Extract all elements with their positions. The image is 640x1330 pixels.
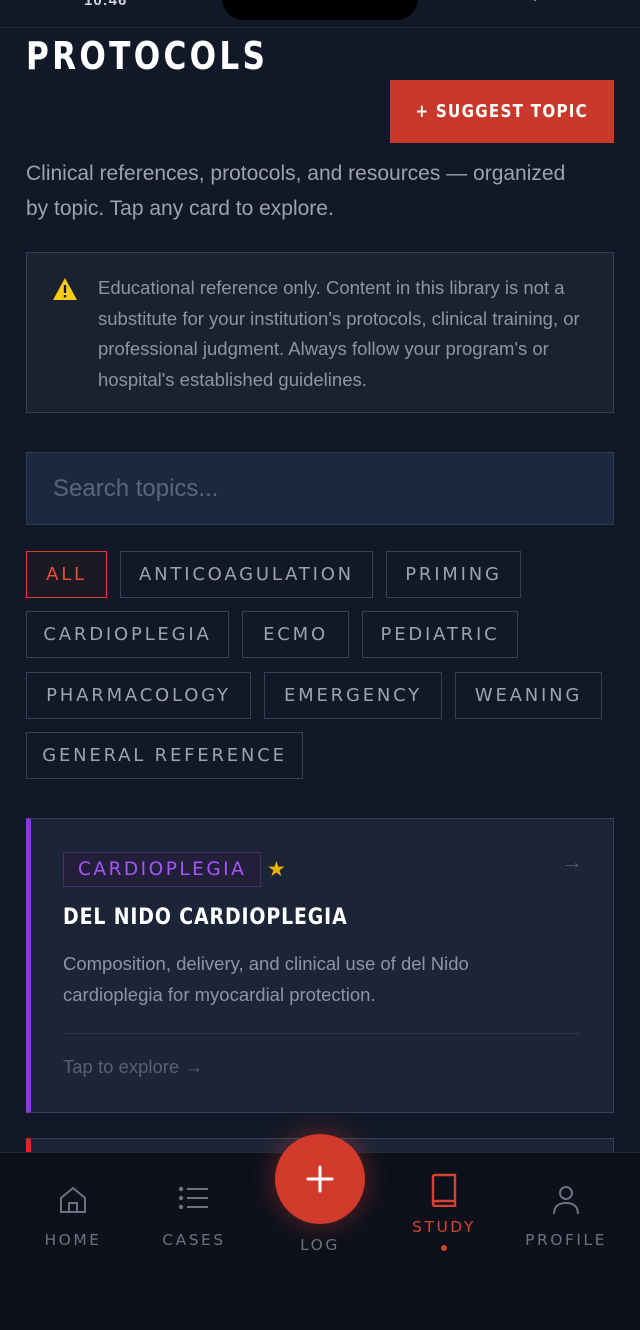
filter-chip-anticoagulation[interactable]: ANTICOAGULATION xyxy=(120,551,373,598)
card-explore-link[interactable]: Tap to explore → xyxy=(63,1056,203,1078)
topic-card[interactable]: CARDIOPLEGIA ★ → DEL NIDO CARDIOPLEGIA C… xyxy=(26,818,614,1113)
plus-icon xyxy=(306,1165,334,1193)
suggest-topic-button[interactable]: + SUGGEST TOPIC xyxy=(390,80,614,143)
status-time: 10:46 xyxy=(84,0,128,9)
filter-chip-pediatric[interactable]: PEDIATRIC xyxy=(362,611,518,658)
wifi-icon xyxy=(530,0,540,2)
suggest-topic-label: + SUGGEST TOPIC xyxy=(415,101,589,122)
disclaimer-text: Educational reference only. Content in t… xyxy=(98,277,580,390)
warning-icon xyxy=(53,278,77,300)
card-divider xyxy=(63,1033,581,1034)
filter-chip-ecmo[interactable]: ECMO xyxy=(242,611,349,658)
star-icon[interactable]: ★ xyxy=(267,857,286,882)
filter-chip-weaning[interactable]: WEANING xyxy=(455,672,602,719)
intro-text: Clinical references, protocols, and reso… xyxy=(26,162,566,220)
nav-cases[interactable]: CASES xyxy=(134,1153,254,1273)
device-notch xyxy=(222,0,418,20)
card-title: DEL NIDO CARDIOPLEGIA xyxy=(63,905,348,930)
book-icon xyxy=(431,1173,457,1207)
filter-chip-cardioplegia[interactable]: CARDIOPLEGIA xyxy=(26,611,229,658)
nav-study-label: STUDY xyxy=(412,1218,476,1236)
nav-profile[interactable]: PROFILE xyxy=(506,1153,626,1273)
nav-cases-label: CASES xyxy=(162,1231,226,1249)
list-icon xyxy=(178,1186,208,1210)
nav-log-label: LOG xyxy=(300,1236,340,1254)
card-description: Composition, delivery, and clinical use … xyxy=(63,953,469,1005)
category-badge: CARDIOPLEGIA xyxy=(63,852,262,887)
search-input[interactable] xyxy=(26,452,614,525)
home-icon xyxy=(60,1186,86,1213)
page-title: PROTOCOLS xyxy=(26,34,269,78)
nav-profile-label: PROFILE xyxy=(525,1231,607,1249)
status-icons xyxy=(530,0,572,4)
filter-chip-pharmacology[interactable]: PHARMACOLOGY xyxy=(26,672,251,719)
nav-home-label: HOME xyxy=(44,1231,102,1249)
filter-chip-priming[interactable]: PRIMING xyxy=(386,551,521,598)
disclaimer-box: Educational reference only. Content in t… xyxy=(26,252,614,413)
nav-study[interactable]: STUDY xyxy=(384,1153,504,1273)
user-icon xyxy=(553,1186,579,1215)
nav-home[interactable]: HOME xyxy=(13,1153,133,1273)
log-button[interactable] xyxy=(275,1134,365,1224)
active-indicator xyxy=(441,1245,447,1251)
status-bar: 10:46 xyxy=(0,0,640,28)
filter-chip-general-reference[interactable]: GENERAL REFERENCE xyxy=(26,732,303,779)
filter-chip-emergency[interactable]: EMERGENCY xyxy=(264,672,442,719)
arrow-right-icon: → xyxy=(561,849,583,874)
filter-chip-all[interactable]: ALL xyxy=(26,551,107,598)
